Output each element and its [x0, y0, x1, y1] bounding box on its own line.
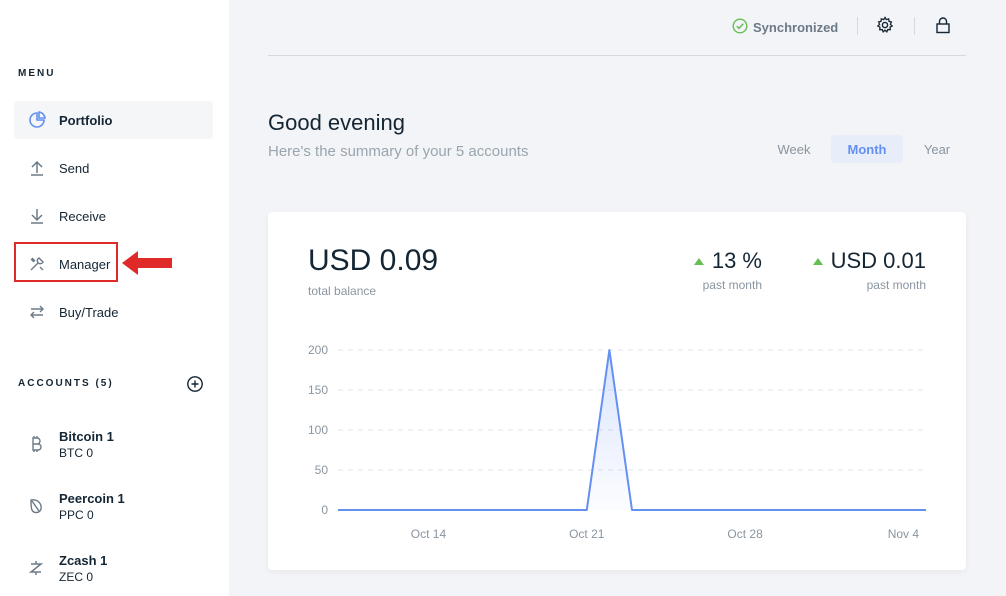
- page-title: Good evening: [268, 110, 405, 135]
- sidebar-item-buy-trade[interactable]: Buy/Trade: [14, 293, 213, 331]
- sync-status: Synchronized: [732, 18, 838, 37]
- account-balance: PPC 0: [59, 507, 94, 522]
- y-tick-label: 0: [321, 503, 328, 517]
- sidebar-item-label: Send: [59, 160, 90, 176]
- range-week-button[interactable]: Week: [766, 135, 822, 163]
- y-tick-label: 50: [315, 463, 329, 477]
- sidebar-item-label: Portfolio: [59, 112, 113, 128]
- balance-chart: 0 50 100 150 200 Oct 14 Oct 21 Oct 28 Nov 4: [308, 343, 926, 541]
- bitcoin-icon: [24, 435, 48, 453]
- y-tick-label: 200: [308, 343, 328, 357]
- settings-gear-icon[interactable]: [876, 16, 894, 39]
- zcash-icon: [24, 559, 48, 577]
- account-item-zcash[interactable]: Zcash 1 ZEC 0: [14, 548, 213, 588]
- add-account-icon[interactable]: [186, 375, 204, 398]
- range-month-button[interactable]: Month: [831, 135, 903, 163]
- x-tick-label: Nov 4: [888, 527, 920, 541]
- header-divider-line: [268, 55, 966, 56]
- account-name: Bitcoin 1: [59, 428, 114, 444]
- manager-highlight-box: [14, 242, 118, 282]
- check-circle-icon: [732, 18, 748, 37]
- account-item-peercoin[interactable]: Peercoin 1 PPC 0: [14, 486, 213, 526]
- range-year-button[interactable]: Year: [912, 135, 962, 163]
- x-tick-label: Oct 21: [569, 527, 605, 541]
- account-name: Zcash 1: [59, 552, 108, 568]
- sidebar: MENU Portfolio Send Receive Manager Buy/…: [0, 0, 229, 596]
- peercoin-icon: [24, 497, 48, 515]
- sidebar-item-send[interactable]: Send: [14, 149, 213, 187]
- account-item-bitcoin[interactable]: Bitcoin 1 BTC 0: [14, 424, 213, 464]
- sync-label: Synchronized: [753, 20, 839, 35]
- page-subtitle: Here's the summary of your 5 accounts: [268, 143, 529, 160]
- sidebar-item-portfolio[interactable]: Portfolio: [14, 101, 213, 139]
- swap-icon: [25, 303, 49, 321]
- account-balance: ZEC 0: [59, 569, 94, 584]
- sidebar-item-label: Receive: [59, 208, 106, 224]
- x-tick-label: Oct 14: [411, 527, 447, 541]
- account-balance: BTC 0: [59, 445, 94, 460]
- sidebar-item-label: Buy/Trade: [59, 304, 119, 320]
- arrow-up-icon: [25, 159, 49, 177]
- accounts-title: ACCOUNTS (5): [18, 378, 114, 389]
- account-name: Peercoin 1: [59, 490, 125, 506]
- lock-icon[interactable]: [934, 16, 952, 39]
- header-divider: [914, 17, 915, 35]
- arrow-down-icon: [25, 207, 49, 225]
- sidebar-item-receive[interactable]: Receive: [14, 197, 213, 235]
- y-tick-label: 150: [308, 383, 328, 397]
- red-arrow-icon: [122, 251, 172, 275]
- menu-title: MENU: [18, 68, 56, 79]
- pie-chart-icon: [25, 111, 49, 129]
- y-tick-label: 100: [308, 423, 328, 437]
- header-divider: [857, 17, 858, 35]
- balance-card: USD 0.09 total balance 13 % past month U…: [268, 212, 966, 570]
- x-tick-label: Oct 28: [727, 527, 763, 541]
